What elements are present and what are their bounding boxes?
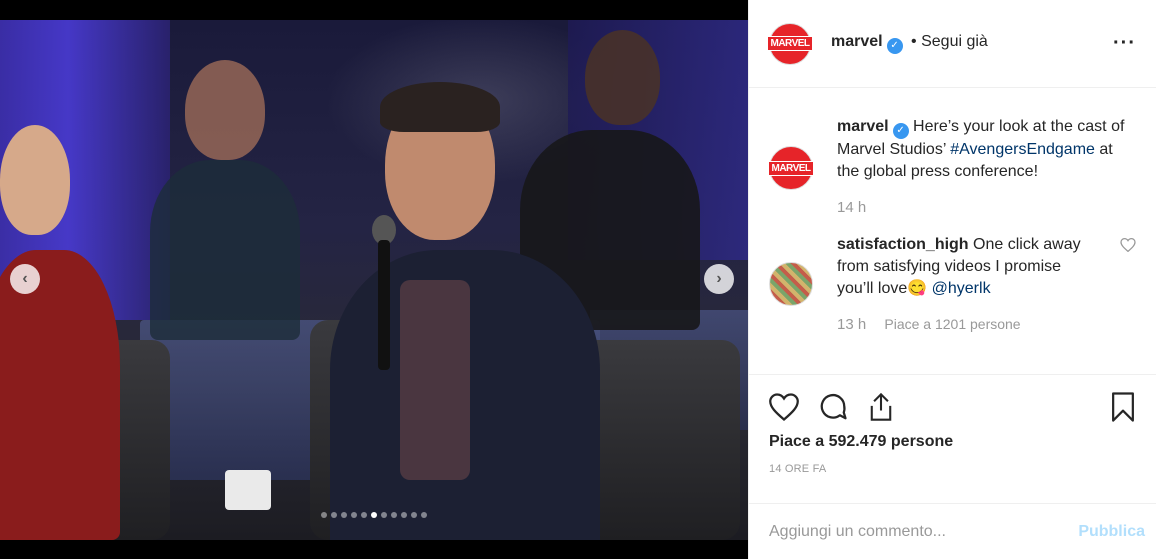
- likes-suffix: persone: [890, 433, 954, 450]
- comments-section: MARVEL marvel ✓ Here’s your look at the c…: [749, 88, 1156, 374]
- action-icons: [769, 387, 1136, 427]
- carousel-dot: [421, 512, 427, 518]
- caption-time[interactable]: 14 h: [837, 199, 1136, 216]
- username-link[interactable]: marvel: [831, 33, 883, 50]
- comment-body: satisfaction_high One click away from sa…: [837, 234, 1096, 333]
- post-actions: Piace a 592.479 persone 14 ORE FA: [749, 374, 1156, 510]
- carousel-dot: [401, 512, 407, 518]
- likes-number: 592.479: [828, 433, 887, 450]
- likes-count[interactable]: Piace a 592.479 persone: [769, 433, 1136, 451]
- next-photo-button[interactable]: ›: [704, 264, 734, 294]
- follow-status[interactable]: • Segui già: [911, 33, 988, 50]
- likes-prefix: Piace a: [769, 433, 825, 450]
- heart-icon[interactable]: [1120, 238, 1136, 252]
- carousel-dot: [361, 512, 367, 518]
- caption: MARVEL marvel ✓ Here’s your look at the c…: [768, 116, 1136, 216]
- comment-meta: 13 h Piace a 1201 persone: [837, 316, 1096, 333]
- carousel-dot: [391, 512, 397, 518]
- verified-icon: ✓: [892, 123, 909, 139]
- carousel-dot: [341, 512, 347, 518]
- avatar[interactable]: [769, 262, 813, 306]
- carousel-dot-active: [371, 512, 377, 518]
- comment-item: satisfaction_high One click away from sa…: [769, 234, 1136, 333]
- marvel-logo: MARVEL: [768, 160, 814, 176]
- hashtag-link[interactable]: #AvengersEndgame: [950, 141, 1095, 158]
- heart-icon[interactable]: [769, 393, 799, 421]
- post-date[interactable]: 14 ORE FA: [769, 463, 1136, 475]
- bookmark-icon[interactable]: [1110, 391, 1136, 423]
- post-photo[interactable]: [0, 20, 748, 540]
- add-comment-bar: Pubblica: [749, 503, 1156, 559]
- header-user: marvel ✓ • Segui già: [831, 33, 988, 54]
- chevron-right-icon: ›: [716, 270, 722, 287]
- carousel-dot: [381, 512, 387, 518]
- marvel-logo: MARVEL: [767, 36, 813, 51]
- caption-username[interactable]: marvel: [837, 118, 889, 135]
- share-icon[interactable]: [867, 392, 895, 422]
- caption-text: marvel ✓ Here’s your look at the cast of …: [837, 116, 1136, 183]
- post-side-panel: MARVEL marvel ✓ • Segui già ··· MARVEL ma…: [748, 0, 1156, 559]
- comment-username[interactable]: satisfaction_high: [837, 236, 969, 253]
- post-photo-viewer: ‹ ›: [0, 0, 748, 559]
- comment-input[interactable]: [769, 522, 1079, 541]
- comment-likes[interactable]: Piace a 1201 persone: [884, 316, 1020, 332]
- publish-button[interactable]: Pubblica: [1078, 523, 1145, 541]
- verified-icon: ✓: [886, 37, 903, 54]
- emoji: 😋: [907, 280, 928, 297]
- carousel-dot: [331, 512, 337, 518]
- post-header: MARVEL marvel ✓ • Segui già ···: [749, 0, 1156, 88]
- caption-body: marvel ✓ Here’s your look at the cast of …: [837, 116, 1136, 216]
- avatar[interactable]: MARVEL: [767, 22, 813, 65]
- more-icon[interactable]: ···: [1113, 32, 1136, 55]
- chevron-left-icon: ‹: [22, 270, 28, 287]
- coffee-cup: [225, 470, 271, 510]
- carousel-dot: [321, 512, 327, 518]
- avatar[interactable]: MARVEL: [768, 146, 814, 190]
- comment-text: satisfaction_high One click away from sa…: [837, 234, 1096, 300]
- mention-link[interactable]: @hyerlk: [932, 280, 991, 297]
- carousel-indicator: [0, 512, 748, 518]
- carousel-dot: [351, 512, 357, 518]
- comment-icon[interactable]: [817, 392, 849, 422]
- carousel-dot: [411, 512, 417, 518]
- previous-photo-button[interactable]: ‹: [10, 264, 40, 294]
- comment-time[interactable]: 13 h: [837, 316, 866, 333]
